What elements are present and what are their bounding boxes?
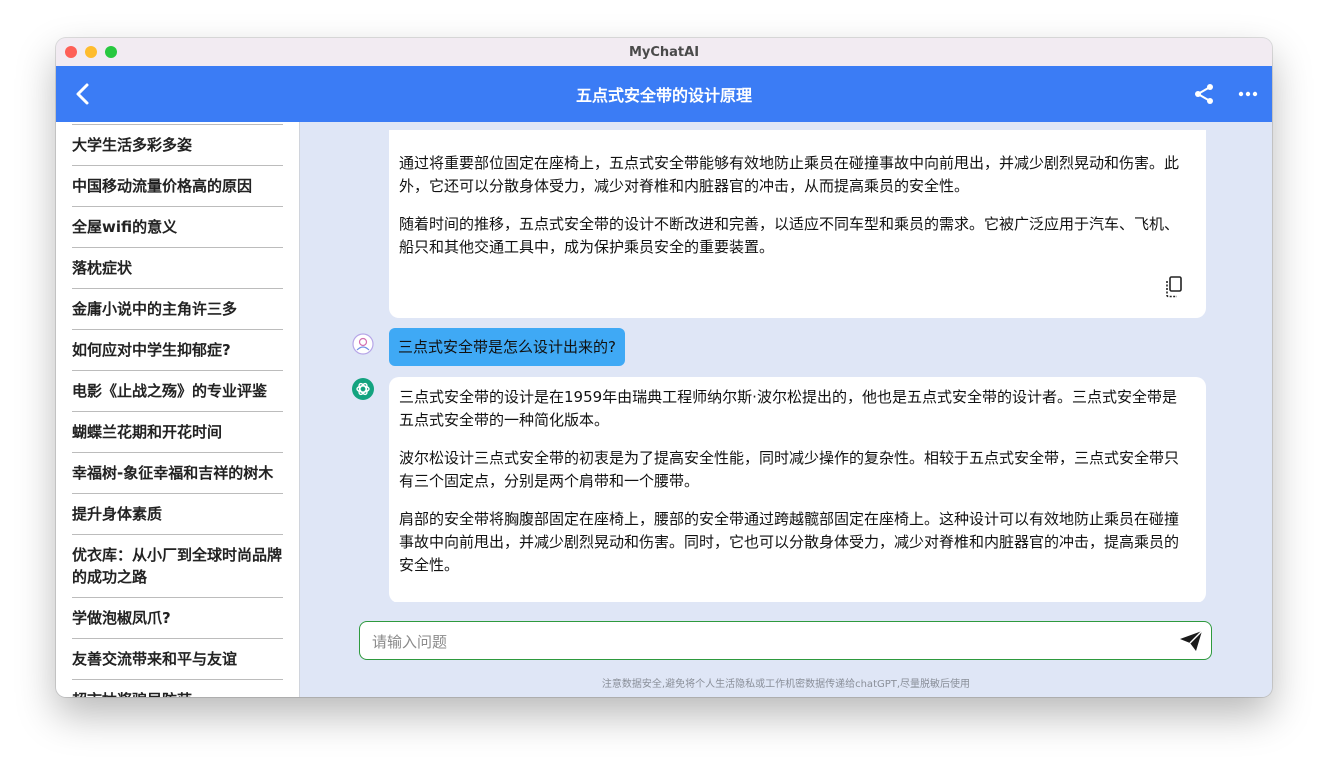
- ai-message-paragraph: 肩部的安全带将胸腹部固定在座椅上，腰部的安全带通过跨越髋部固定在座椅上。这种设计…: [399, 510, 1180, 574]
- ai-message: 通过将重要部位固定在座椅上，五点式安全带能够有效地防止乘员在碰撞事故中向前甩出，…: [389, 130, 1206, 318]
- user-avatar-icon: [352, 333, 374, 355]
- sidebar-item[interactable]: 蝴蝶兰花期和开花时间: [72, 411, 283, 452]
- ai-message-paragraph: 通过将重要部位固定在座椅上，五点式安全带能够有效地防止乘员在碰撞事故中向前甩出，…: [399, 154, 1180, 195]
- privacy-notice: 注意数据安全,避免将个人生活隐私或工作机密数据传递给chatGPT,尽量脱敏后使…: [601, 679, 971, 690]
- sidebar-item[interactable]: 落枕症状: [72, 247, 283, 288]
- conversation-sidebar: 大学生活多彩多姿 中国移动流量价格高的原因 全屋wifi的意义 落枕症状 金庸小…: [56, 122, 300, 697]
- chat-panel: 通过将重要部位固定在座椅上，五点式安全带能够有效地防止乘员在碰撞事故中向前甩出，…: [300, 122, 1272, 697]
- sidebar-item[interactable]: 中国移动流量价格高的原因: [72, 165, 283, 206]
- page-title: 五点式安全带的设计原理: [575, 86, 752, 105]
- sidebar-item[interactable]: 幸福树-象征幸福和吉祥的树木: [72, 452, 283, 493]
- user-message: 三点式安全带是怎么设计出来的?: [389, 328, 625, 366]
- sidebar-item[interactable]: 学做泡椒凤爪?: [72, 597, 283, 638]
- sidebar-item[interactable]: 如何应对中学生抑郁症?: [72, 329, 283, 370]
- sidebar-item[interactable]: 金庸小说中的主角许三多: [72, 288, 283, 329]
- question-input[interactable]: [370, 629, 1154, 655]
- send-icon[interactable]: [1179, 630, 1203, 652]
- conversation-list: 大学生活多彩多姿 中国移动流量价格高的原因 全屋wifi的意义 落枕症状 金庸小…: [56, 124, 299, 697]
- app-window: MyChatAI 五点式安全带的设计原理 大学生活多彩多姿 中国移动流量价格高的…: [56, 38, 1272, 697]
- sidebar-item[interactable]: 超市抽奖骗局防范: [72, 679, 283, 697]
- sidebar-item[interactable]: 友善交流带来和平与友谊: [72, 638, 283, 679]
- ai-message-paragraph: 波尔松设计三点式安全带的初衷是为了提高安全性能，同时减少操作的复杂性。相较于五点…: [399, 449, 1180, 490]
- share-icon[interactable]: [1192, 82, 1216, 106]
- sidebar-item[interactable]: 电影《止战之殇》的专业评鉴: [72, 370, 283, 411]
- minimize-window-button[interactable]: [85, 46, 97, 58]
- chatgpt-logo-icon: [352, 378, 374, 400]
- ai-message-paragraph: 三点式安全带的设计是在1959年由瑞典工程师纳尔斯·波尔松提出的，他也是五点式安…: [399, 388, 1177, 429]
- window-title: MyChatAI: [628, 44, 700, 60]
- ai-message-paragraph: 随着时间的推移，五点式安全带的设计不断改进和完善，以适应不同车型和乘员的需求。它…: [399, 215, 1180, 256]
- title-bar: MyChatAI: [56, 38, 1272, 66]
- zoom-window-button[interactable]: [105, 46, 117, 58]
- back-arrow-icon[interactable]: [70, 80, 98, 108]
- window-controls: [65, 46, 117, 58]
- close-window-button[interactable]: [65, 46, 77, 58]
- sidebar-item[interactable]: 优衣库：从小厂到全球时尚品牌的成功之路: [72, 534, 283, 597]
- message-list[interactable]: 通过将重要部位固定在座椅上，五点式安全带能够有效地防止乘员在碰撞事故中向前甩出，…: [300, 122, 1272, 602]
- app-header: 五点式安全带的设计原理: [56, 66, 1272, 122]
- more-icon[interactable]: [1236, 82, 1260, 106]
- ai-message: 三点式安全带的设计是在1959年由瑞典工程师纳尔斯·波尔松提出的，他也是五点式安…: [389, 377, 1206, 602]
- sidebar-item[interactable]: 提升身体素质: [72, 493, 283, 534]
- question-input-box: [359, 621, 1212, 660]
- sidebar-item[interactable]: 全屋wifi的意义: [72, 206, 283, 247]
- sidebar-item[interactable]: 大学生活多彩多姿: [72, 124, 283, 165]
- copy-icon[interactable]: [1164, 276, 1184, 298]
